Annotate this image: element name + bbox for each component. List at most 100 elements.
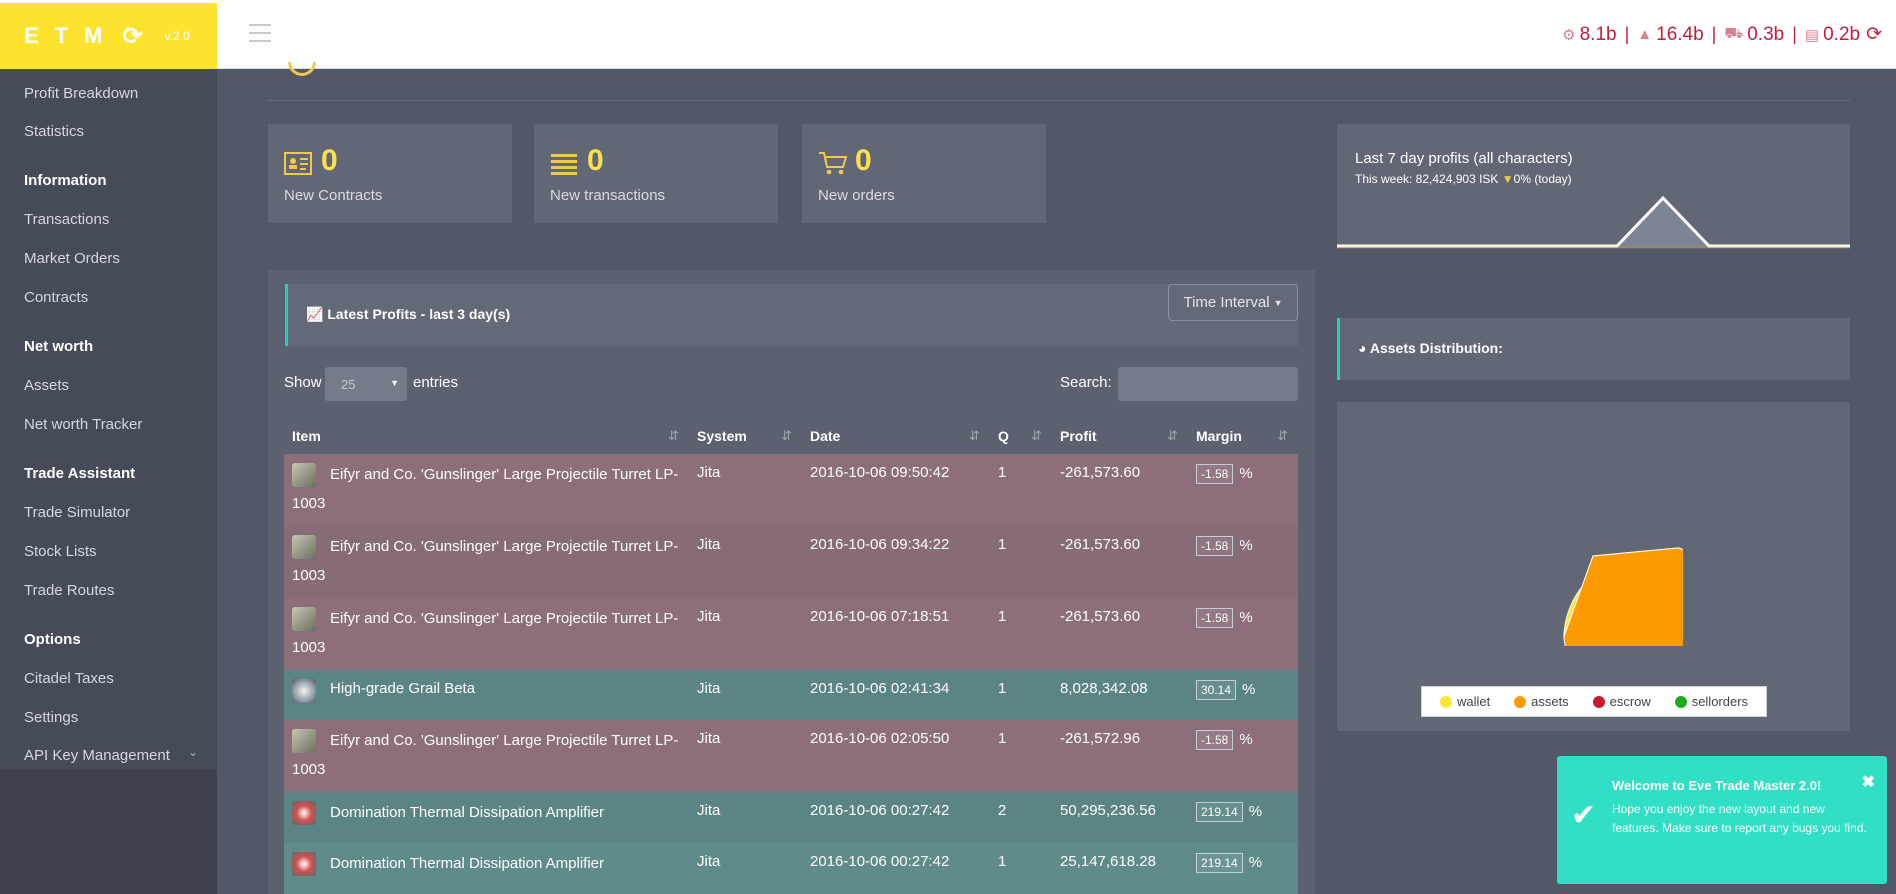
column-header-margin[interactable]: Margin ⇵	[1188, 418, 1298, 454]
row-item: Eifyr and Co. 'Gunslinger' Large Project…	[292, 732, 679, 778]
stat-separator: |	[1792, 24, 1797, 44]
sidebar-item-citadel-taxes[interactable]: Citadel Taxes	[24, 670, 114, 687]
sidebar-menu: Profit Breakdown Statistics Information …	[0, 69, 217, 769]
sidebar-item-api-key-management[interactable]: API Key Management	[24, 747, 170, 764]
welcome-toast: ✔ Welcome to Eve Trade Master 2.0! ✖ Hop…	[1557, 756, 1887, 884]
column-header-date[interactable]: Date ⇵	[802, 418, 990, 454]
sidebar-item-stock-lists[interactable]: Stock Lists	[24, 543, 97, 560]
card-new-transactions[interactable]: 0 New transactions	[534, 124, 778, 223]
table-row[interactable]: Eifyr and Co. 'Gunslinger' Large Project…	[284, 598, 1298, 670]
row-system: Jita	[697, 853, 721, 870]
sort-icon[interactable]: ⇵	[969, 428, 980, 444]
close-icon[interactable]: ✖	[1862, 772, 1875, 792]
pie-slice-assets[interactable]	[1563, 547, 1683, 646]
list-icon	[550, 150, 580, 176]
cart-icon: ⛟	[1724, 25, 1744, 42]
search-input[interactable]	[1118, 367, 1298, 401]
entries-label: entries	[413, 374, 459, 391]
table-row[interactable]: Eifyr and Co. 'Gunslinger' Large Project…	[284, 526, 1298, 598]
table-row[interactable]: Eifyr and Co. 'Gunslinger' Large Project…	[284, 720, 1298, 792]
entries-select[interactable]: 25 ▼	[325, 367, 407, 401]
sort-icon[interactable]: ⇵	[781, 428, 792, 444]
legend-item-sellorders[interactable]: sellorders	[1674, 694, 1748, 709]
sidebar: Profit Breakdown Statistics Information …	[0, 69, 217, 894]
implant-icon	[292, 679, 316, 703]
sidebar-item-trade-simulator[interactable]: Trade Simulator	[24, 504, 130, 521]
line-chart-icon: 📈	[306, 306, 324, 322]
sort-icon[interactable]: ⇵	[1277, 428, 1288, 444]
pie-chart-icon: ◕	[1358, 340, 1367, 356]
sidebar-item-settings[interactable]: Settings	[24, 709, 78, 726]
chevron-down-icon[interactable]: ⌄	[188, 745, 198, 759]
table-row[interactable]: Domination Thermal Dissipation Amplifier…	[284, 792, 1298, 843]
row-quantity: 1	[998, 608, 1007, 625]
legend-item-assets[interactable]: assets	[1514, 694, 1569, 709]
sidebar-item-trade-routes[interactable]: Trade Routes	[24, 582, 114, 599]
week-profits-title: Last 7 day profits (all characters)	[1355, 150, 1573, 167]
week-profits-panel: Last 7 day profits (all characters) This…	[1337, 124, 1850, 249]
orders-count: 0	[855, 144, 872, 177]
row-system: Jita	[697, 608, 721, 625]
top-bar: ETM ⟳ v.2.0 ⚙ 8.1b | ▲ 16.4b | ⛟ 0.3b | …	[0, 0, 1896, 69]
row-quantity: 1	[998, 680, 1007, 697]
row-margin: -1.58%	[1196, 464, 1253, 484]
latest-profits-header: 📈 Latest Profits - last 3 day(s) Time In…	[285, 284, 1298, 346]
row-profit: -261,573.60	[1060, 608, 1141, 625]
row-profit: -261,572.96	[1060, 730, 1141, 747]
brand[interactable]: ETM ⟳ v.2.0	[0, 3, 217, 69]
stat-assets-value: 16.4b	[1656, 23, 1704, 45]
column-header-profit[interactable]: Profit ⇵	[1052, 418, 1188, 454]
assets-distribution-header: ◕ Assets Distribution:	[1337, 318, 1850, 380]
refresh-icon[interactable]: ⟳	[1866, 23, 1882, 46]
module-icon	[292, 852, 316, 876]
refresh-icon[interactable]: ⟳	[122, 22, 142, 51]
sidebar-item-transactions[interactable]: Transactions	[24, 211, 109, 228]
escrow-dot-icon	[1592, 695, 1605, 708]
sidebar-item-assets[interactable]: Assets	[24, 377, 69, 394]
row-item: Eifyr and Co. 'Gunslinger' Large Project…	[292, 610, 679, 656]
row-margin: -1.58%	[1196, 608, 1253, 628]
sidebar-item-statistics[interactable]: Statistics	[24, 123, 84, 140]
legend-item-wallet[interactable]: wallet	[1439, 694, 1490, 709]
assets-distribution-panel: wallet assets escrow sellorders	[1337, 402, 1850, 731]
assets-dot-icon	[1514, 695, 1527, 708]
row-system: Jita	[697, 464, 721, 481]
assets-distribution-title: ◕ Assets Distribution:	[1358, 340, 1503, 356]
pie-legend: wallet assets escrow sellorders	[1421, 686, 1767, 717]
sort-icon[interactable]: ⇵	[1167, 428, 1178, 444]
legend-item-escrow[interactable]: escrow	[1592, 694, 1651, 709]
card-new-orders[interactable]: 0 New orders	[802, 124, 1046, 223]
column-header-q[interactable]: Q ⇵	[990, 418, 1052, 454]
assets-pie-chart	[1563, 547, 1683, 646]
box-icon: ▲	[1637, 26, 1653, 43]
row-date: 2016-10-06 09:34:22	[810, 536, 950, 553]
row-profit: 8,028,342.08	[1060, 680, 1148, 697]
menu-toggle-icon[interactable]	[249, 24, 271, 42]
table-row[interactable]: Domination Thermal Dissipation Amplifier…	[284, 843, 1298, 894]
stat-separator: |	[1624, 24, 1630, 44]
toast-title: Welcome to Eve Trade Master 2.0!	[1612, 778, 1822, 793]
sidebar-item-profit-breakdown[interactable]: Profit Breakdown	[24, 85, 138, 102]
row-item: High-grade Grail Beta	[330, 680, 476, 697]
row-system: Jita	[697, 730, 721, 747]
sidebar-item-contracts[interactable]: Contracts	[24, 289, 88, 306]
table-row[interactable]: High-grade Grail Beta Jita 2016-10-06 02…	[284, 670, 1298, 720]
stat-orders-value: 0.3b	[1747, 23, 1785, 45]
row-profit: -261,573.60	[1060, 536, 1141, 553]
row-date: 2016-10-06 09:50:42	[810, 464, 950, 481]
time-interval-button[interactable]: Time Interval ▼	[1168, 284, 1298, 321]
card-new-contracts[interactable]: 0 New Contracts	[268, 124, 512, 223]
row-margin: 219.14%	[1196, 802, 1262, 822]
sidebar-item-market-orders[interactable]: Market Orders	[24, 250, 120, 267]
row-date: 2016-10-06 00:27:42	[810, 802, 950, 819]
sort-icon[interactable]: ⇵	[668, 428, 679, 444]
column-header-item[interactable]: Item ⇵	[284, 418, 689, 454]
row-system: Jita	[697, 536, 721, 553]
stat-assets: ▲ 16.4b	[1637, 24, 1703, 46]
column-header-system[interactable]: System ⇵	[689, 418, 802, 454]
row-quantity: 1	[998, 730, 1007, 747]
table-row[interactable]: Eifyr and Co. 'Gunslinger' Large Project…	[284, 454, 1298, 526]
sidebar-item-net-worth-tracker[interactable]: Net worth Tracker	[24, 416, 142, 433]
sort-icon[interactable]: ⇵	[1031, 428, 1042, 444]
latest-profits-panel: 📈 Latest Profits - last 3 day(s) Time In…	[268, 270, 1315, 894]
